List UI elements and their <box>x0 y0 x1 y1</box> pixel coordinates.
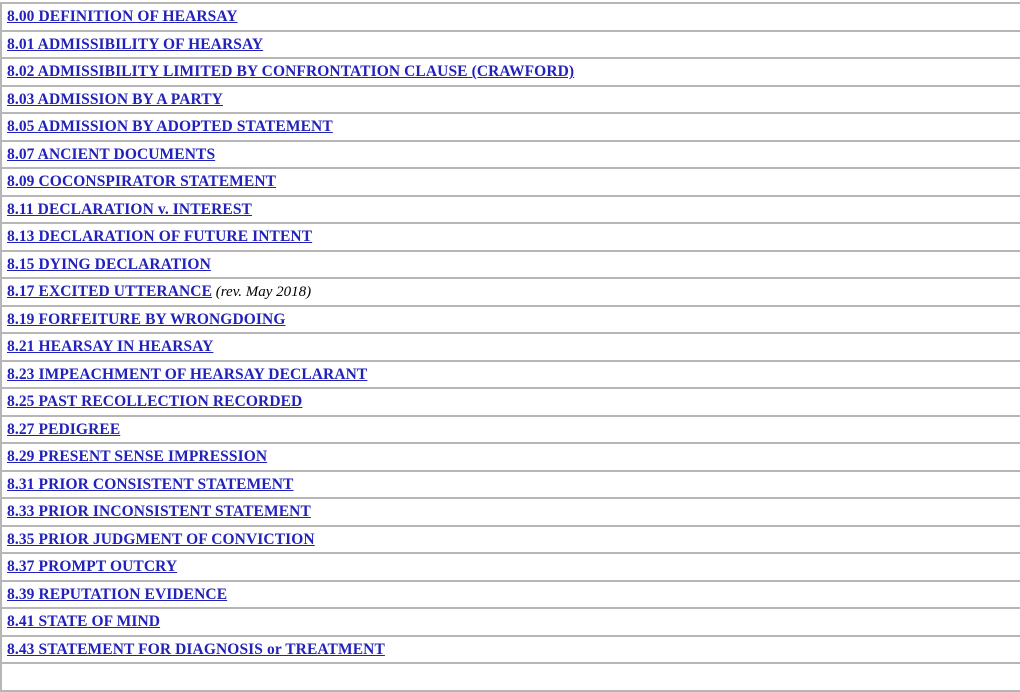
table-row: 8.31 PRIOR CONSISTENT STATEMENT <box>1 470 1020 499</box>
index-cell: 8.07 ANCIENT DOCUMENTS <box>1 140 1020 169</box>
index-cell: 8.03 ADMISSION BY A PARTY <box>1 85 1020 114</box>
index-cell: 8.25 PAST RECOLLECTION RECORDED <box>1 388 1020 417</box>
table-row: 8.09 COCONSPIRATOR STATEMENT <box>1 168 1020 197</box>
instruction-link[interactable]: 8.13 DECLARATION OF FUTURE INTENT <box>7 228 312 245</box>
index-cell: 8.02 ADMISSIBILITY LIMITED BY CONFRONTAT… <box>1 58 1020 87</box>
index-cell: 8.15 DYING DECLARATION <box>1 250 1020 279</box>
table-row: 8.25 PAST RECOLLECTION RECORDED <box>1 388 1020 417</box>
index-cell: 8.11 DECLARATION v. INTEREST <box>1 195 1020 224</box>
index-cell: 8.29 PRESENT SENSE IMPRESSION <box>1 443 1020 472</box>
instruction-link[interactable]: 8.25 PAST RECOLLECTION RECORDED <box>7 393 302 410</box>
instruction-link[interactable]: 8.17 EXCITED UTTERANCE <box>7 283 212 300</box>
table-row: 8.23 IMPEACHMENT OF HEARSAY DECLARANT <box>1 360 1020 389</box>
index-cell: 8.17 EXCITED UTTERANCE (rev. May 2018) <box>1 278 1020 307</box>
instruction-link[interactable]: 8.39 REPUTATION EVIDENCE <box>7 586 227 603</box>
table-row: 8.03 ADMISSION BY A PARTY <box>1 85 1020 114</box>
instruction-link[interactable]: 8.05 ADMISSION BY ADOPTED STATEMENT <box>7 118 333 135</box>
table-row: 8.39 REPUTATION EVIDENCE <box>1 580 1020 609</box>
instruction-link[interactable]: 8.21 HEARSAY IN HEARSAY <box>7 338 213 355</box>
instruction-link[interactable]: 8.00 DEFINITION OF HEARSAY <box>7 8 238 25</box>
table-row: 8.05 ADMISSION BY ADOPTED STATEMENT <box>1 113 1020 142</box>
table-row: 8.21 HEARSAY IN HEARSAY <box>1 333 1020 362</box>
index-cell: 8.37 PROMPT OUTCRY <box>1 553 1020 582</box>
instruction-link[interactable]: 8.15 DYING DECLARATION <box>7 256 211 273</box>
table-row-empty <box>1 663 1020 692</box>
table-row: 8.13 DECLARATION OF FUTURE INTENT <box>1 223 1020 252</box>
instruction-link[interactable]: 8.03 ADMISSION BY A PARTY <box>7 91 223 108</box>
table-row: 8.00 DEFINITION OF HEARSAY <box>1 3 1020 32</box>
index-cell: 8.13 DECLARATION OF FUTURE INTENT <box>1 223 1020 252</box>
instruction-link[interactable]: 8.23 IMPEACHMENT OF HEARSAY DECLARANT <box>7 366 367 383</box>
table-row: 8.19 FORFEITURE BY WRONGDOING <box>1 305 1020 334</box>
index-cell: 8.39 REPUTATION EVIDENCE <box>1 580 1020 609</box>
index-cell: 8.35 PRIOR JUDGMENT OF CONVICTION <box>1 525 1020 554</box>
table-row: 8.07 ANCIENT DOCUMENTS <box>1 140 1020 169</box>
instruction-link[interactable]: 8.33 PRIOR INCONSISTENT STATEMENT <box>7 503 311 520</box>
instruction-link[interactable]: 8.11 DECLARATION v. INTEREST <box>7 201 252 218</box>
instruction-link[interactable]: 8.27 PEDIGREE <box>7 421 120 438</box>
table-row: 8.41 STATE OF MIND <box>1 608 1020 637</box>
table-row: 8.17 EXCITED UTTERANCE (rev. May 2018) <box>1 278 1020 307</box>
instruction-link[interactable]: 8.31 PRIOR CONSISTENT STATEMENT <box>7 476 293 493</box>
index-cell: 8.31 PRIOR CONSISTENT STATEMENT <box>1 470 1020 499</box>
index-cell: 8.33 PRIOR INCONSISTENT STATEMENT <box>1 498 1020 527</box>
index-cell: 8.27 PEDIGREE <box>1 415 1020 444</box>
instruction-link[interactable]: 8.07 ANCIENT DOCUMENTS <box>7 146 215 163</box>
table-row: 8.43 STATEMENT FOR DIAGNOSIS or TREATMEN… <box>1 635 1020 664</box>
index-cell: 8.09 COCONSPIRATOR STATEMENT <box>1 168 1020 197</box>
table-row: 8.27 PEDIGREE <box>1 415 1020 444</box>
instruction-link[interactable]: 8.01 ADMISSIBILITY OF HEARSAY <box>7 36 263 53</box>
index-cell: 8.01 ADMISSIBILITY OF HEARSAY <box>1 30 1020 59</box>
instruction-link[interactable]: 8.43 STATEMENT FOR DIAGNOSIS or TREATMEN… <box>7 641 385 658</box>
instruction-link[interactable]: 8.29 PRESENT SENSE IMPRESSION <box>7 448 267 465</box>
index-cell: 8.21 HEARSAY IN HEARSAY <box>1 333 1020 362</box>
instruction-link[interactable]: 8.37 PROMPT OUTCRY <box>7 558 177 575</box>
revision-note: (rev. May 2018) <box>212 283 312 300</box>
instruction-link[interactable]: 8.09 COCONSPIRATOR STATEMENT <box>7 173 276 190</box>
table-row: 8.29 PRESENT SENSE IMPRESSION <box>1 443 1020 472</box>
table-row: 8.11 DECLARATION v. INTEREST <box>1 195 1020 224</box>
table-row: 8.37 PROMPT OUTCRY <box>1 553 1020 582</box>
index-table-body: 8.00 DEFINITION OF HEARSAY 8.01 ADMISSIBI… <box>1 3 1020 692</box>
index-cell: 8.19 FORFEITURE BY WRONGDOING <box>1 305 1020 334</box>
index-cell: 8.41 STATE OF MIND <box>1 608 1020 637</box>
hearsay-instruction-index-table: 8.00 DEFINITION OF HEARSAY 8.01 ADMISSIBI… <box>0 2 1020 692</box>
empty-cell <box>1 663 1020 692</box>
index-cell: 8.23 IMPEACHMENT OF HEARSAY DECLARANT <box>1 360 1020 389</box>
table-row: 8.01 ADMISSIBILITY OF HEARSAY <box>1 30 1020 59</box>
instruction-link[interactable]: 8.41 STATE OF MIND <box>7 613 160 630</box>
instruction-link[interactable]: 8.35 PRIOR JUDGMENT OF CONVICTION <box>7 531 315 548</box>
index-cell: 8.00 DEFINITION OF HEARSAY <box>1 3 1020 32</box>
index-cell: 8.43 STATEMENT FOR DIAGNOSIS or TREATMEN… <box>1 635 1020 664</box>
index-cell: 8.05 ADMISSION BY ADOPTED STATEMENT <box>1 113 1020 142</box>
instruction-link[interactable]: 8.19 FORFEITURE BY WRONGDOING <box>7 311 285 328</box>
table-row: 8.15 DYING DECLARATION <box>1 250 1020 279</box>
instruction-link[interactable]: 8.02 ADMISSIBILITY LIMITED BY CONFRONTAT… <box>7 63 574 80</box>
table-row: 8.33 PRIOR INCONSISTENT STATEMENT <box>1 498 1020 527</box>
table-row: 8.02 ADMISSIBILITY LIMITED BY CONFRONTAT… <box>1 58 1020 87</box>
table-row: 8.35 PRIOR JUDGMENT OF CONVICTION <box>1 525 1020 554</box>
